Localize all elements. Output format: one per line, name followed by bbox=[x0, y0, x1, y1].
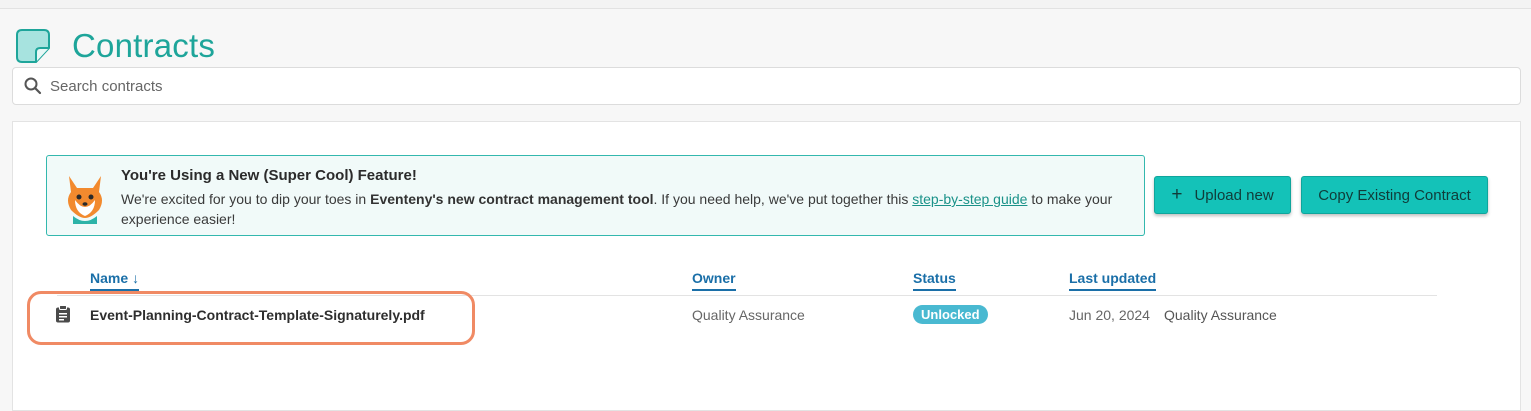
banner-body: We're excited for you to dip your toes i… bbox=[121, 189, 1131, 229]
page-title: Contracts bbox=[72, 27, 216, 64]
page-header: Contracts bbox=[14, 26, 215, 66]
search-bar[interactable] bbox=[12, 67, 1521, 105]
status-badge: Unlocked bbox=[913, 305, 988, 324]
column-header-name[interactable]: Name ↓ bbox=[90, 270, 140, 291]
column-header-last-updated[interactable]: Last updated bbox=[1069, 270, 1157, 291]
arrow-down-icon: ↓ bbox=[132, 270, 140, 286]
column-owner-label: Owner bbox=[692, 270, 736, 286]
column-header-status[interactable]: Status bbox=[913, 270, 956, 291]
search-icon bbox=[24, 77, 42, 95]
column-header-owner[interactable]: Owner bbox=[692, 270, 736, 291]
fox-mascot-icon bbox=[68, 176, 102, 224]
contract-owner: Quality Assurance bbox=[692, 307, 805, 323]
search-input[interactable] bbox=[50, 77, 1450, 95]
top-bar bbox=[0, 0, 1531, 9]
step-by-step-guide-link[interactable]: step-by-step guide bbox=[912, 191, 1027, 207]
last-updated-date: Jun 20, 2024 bbox=[1069, 307, 1150, 323]
plus-icon: + bbox=[1171, 184, 1183, 205]
banner-title: You're Using a New (Super Cool) Feature! bbox=[121, 167, 417, 184]
column-status-label: Status bbox=[913, 270, 956, 286]
copy-existing-contract-button[interactable]: Copy Existing Contract bbox=[1301, 176, 1488, 214]
last-updated-by: Quality Assurance bbox=[1164, 307, 1277, 323]
upload-new-button[interactable]: + Upload new bbox=[1154, 176, 1291, 214]
banner-text-mid: . If you need help, we've put together t… bbox=[653, 191, 913, 207]
highlight-annotation bbox=[27, 291, 475, 345]
sticky-note-icon bbox=[16, 29, 50, 63]
upload-new-label: Upload new bbox=[1194, 186, 1274, 204]
column-updated-label: Last updated bbox=[1069, 270, 1157, 286]
copy-existing-label: Copy Existing Contract bbox=[1318, 186, 1471, 204]
banner-text-bold: Eventeny's new contract management tool bbox=[370, 191, 654, 207]
contracts-panel: You're Using a New (Super Cool) Feature!… bbox=[12, 121, 1521, 411]
feature-banner: You're Using a New (Super Cool) Feature!… bbox=[46, 155, 1145, 236]
banner-text-intro: We're excited for you to dip your toes i… bbox=[121, 191, 371, 207]
column-name-label: Name bbox=[90, 270, 129, 286]
